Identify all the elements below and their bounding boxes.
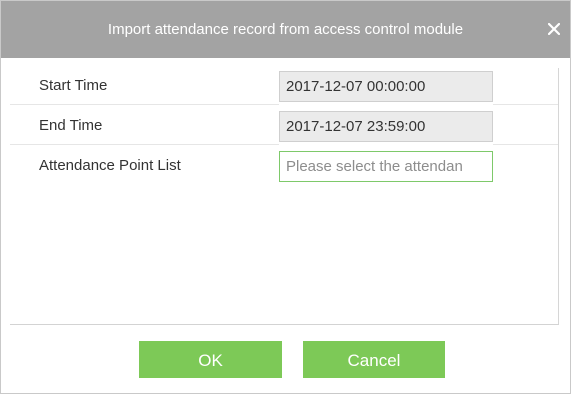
start-time-field[interactable]: 2017-12-07 00:00:00 <box>279 71 493 102</box>
end-time-row: End Time 2017-12-07 23:59:00 <box>10 108 558 145</box>
start-time-label: Start Time <box>39 77 108 94</box>
end-time-label: End Time <box>39 117 103 134</box>
row-divider <box>10 144 279 145</box>
row-divider <box>493 144 558 145</box>
import-form: Start Time 2017-12-07 00:00:00 End Time … <box>10 68 559 324</box>
close-icon[interactable] <box>542 15 566 43</box>
attendance-point-label: Attendance Point List <box>39 157 181 174</box>
row-divider <box>493 104 558 105</box>
dialog-title: Import attendance record from access con… <box>107 21 464 38</box>
footer-divider <box>10 324 559 325</box>
attendance-point-row: Attendance Point List Please select the … <box>10 148 558 184</box>
ok-button[interactable]: OK <box>139 341 282 378</box>
attendance-point-select[interactable]: Please select the attendan <box>279 151 493 182</box>
cancel-button[interactable]: Cancel <box>303 341 445 378</box>
end-time-field[interactable]: 2017-12-07 23:59:00 <box>279 111 493 142</box>
import-attendance-dialog: Import attendance record from access con… <box>0 0 571 394</box>
start-time-row: Start Time 2017-12-07 00:00:00 <box>10 68 558 105</box>
row-divider <box>10 104 279 105</box>
dialog-titlebar: Import attendance record from access con… <box>1 1 570 58</box>
